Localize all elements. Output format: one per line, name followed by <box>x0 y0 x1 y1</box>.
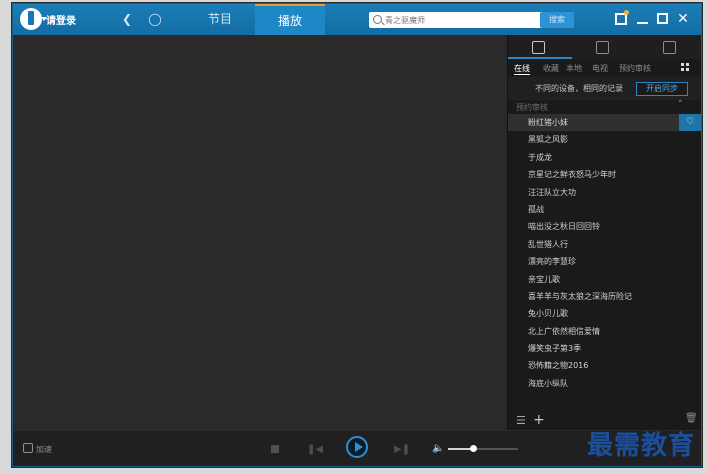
iqiyi-logo-icon[interactable] <box>20 8 42 30</box>
volume-icon[interactable]: 🔈 <box>432 443 444 454</box>
search-box <box>369 12 545 28</box>
rocket-icon <box>23 443 33 453</box>
category-tv[interactable]: 电视 <box>592 63 608 74</box>
list-item[interactable]: 汪汪队立大功 <box>508 184 701 201</box>
refresh-icon[interactable]: ◯ <box>147 11 163 27</box>
volume-slider[interactable] <box>448 445 518 452</box>
watermark-text: 最需教育 <box>587 431 696 461</box>
collapse-icon[interactable]: ˄ <box>678 100 683 110</box>
list-item[interactable]: 北上广依然相信爱情 <box>508 323 701 340</box>
tab-programs[interactable]: 节目 <box>185 4 255 35</box>
list-item[interactable]: 孤战 <box>508 201 701 218</box>
list-header-label: 预约审核 <box>516 103 548 112</box>
sync-button[interactable]: 开启同步 <box>636 82 688 96</box>
volume-knob[interactable] <box>469 445 477 452</box>
folder-tab-icon[interactable] <box>596 41 609 54</box>
sidebar-top-tabs <box>508 35 701 59</box>
heart-icon[interactable]: ♡ <box>679 114 701 132</box>
sync-row: 不同的设备，相同的记录 开启同步 <box>508 77 701 100</box>
category-local[interactable]: 本地 <box>566 63 582 74</box>
accelerate-button[interactable]: 加速 <box>23 443 52 455</box>
list-item[interactable]: 海底小纵队 <box>508 375 701 392</box>
search-icon <box>373 15 382 24</box>
search-button[interactable]: 搜索 <box>540 12 574 28</box>
list-item[interactable]: 兔小贝儿歌 <box>508 305 701 322</box>
add-icon[interactable]: + <box>533 412 545 428</box>
play-button[interactable] <box>346 436 368 458</box>
maximize-icon[interactable] <box>657 13 668 24</box>
app-window: 请登录 ❮ ◯ 节目 播放 搜索 ✕ 在线 收藏 本地 电视 预约审核 <box>12 3 702 467</box>
sync-text: 不同的设备，相同的记录 <box>535 84 623 93</box>
play-icon <box>355 442 363 452</box>
playlist-sidebar: 在线 收藏 本地 电视 预约审核 不同的设备，相同的记录 开启同步 预约审核 ˄… <box>508 35 701 430</box>
list-item[interactable]: 漂亮的李慧珍 <box>508 253 701 270</box>
volume-fill <box>448 448 473 450</box>
list-item[interactable]: 乱世猎人行 <box>508 236 701 253</box>
playlist-tab-icon[interactable] <box>532 41 545 54</box>
tab-play[interactable]: 播放 <box>255 4 325 35</box>
close-icon[interactable]: ✕ <box>677 12 689 26</box>
list-item[interactable]: 于成龙 <box>508 149 701 166</box>
previous-icon[interactable]: ❚◀ <box>307 445 323 455</box>
next-icon[interactable]: ▶❚ <box>394 445 410 455</box>
trash-icon[interactable]: 🗑 <box>685 413 698 424</box>
list-item[interactable]: 黑狐之风影 <box>508 131 701 148</box>
video-player-area[interactable] <box>13 35 508 430</box>
playlist: 粉红猪小妹 ♡ 黑狐之风影 于成龙 京星记之鲜衣怒马少年时 汪汪队立大功 孤战 喵… <box>508 114 701 392</box>
title-bar: 请登录 ❮ ◯ 节目 播放 搜索 ✕ <box>13 4 701 35</box>
notification-dot-icon <box>624 10 629 15</box>
login-link[interactable]: 请登录 <box>46 12 76 27</box>
minimize-icon[interactable] <box>637 22 648 24</box>
chat-tab-icon[interactable] <box>663 41 676 54</box>
grid-view-icon[interactable] <box>681 63 689 71</box>
list-item[interactable]: 亲宝儿歌 <box>508 271 701 288</box>
back-arrow-icon[interactable]: ❮ <box>119 11 135 27</box>
list-item[interactable]: 喜羊羊与灰太狼之深海历险记 <box>508 288 701 305</box>
category-favorites[interactable]: 收藏 <box>543 63 559 74</box>
list-item[interactable]: 粉红猪小妹 ♡ <box>508 114 701 132</box>
category-reservations[interactable]: 预约审核 <box>619 63 651 74</box>
sidebar-categories: 在线 收藏 本地 电视 预约审核 <box>508 59 701 77</box>
stop-icon[interactable] <box>271 445 279 453</box>
list-item[interactable]: 爆笑虫子第3季 <box>508 340 701 357</box>
list-item[interactable]: 喵出没之秋日回回铃 <box>508 218 701 235</box>
list-item[interactable]: 恐怖籍之物2016 <box>508 357 701 374</box>
list-header[interactable]: 预约审核 ˄ <box>508 100 701 114</box>
list-item[interactable]: 京星记之鲜衣怒马少年时 <box>508 166 701 183</box>
category-online[interactable]: 在线 <box>514 63 530 75</box>
search-input[interactable] <box>385 13 533 27</box>
list-icon[interactable]: ☰ <box>516 414 526 427</box>
